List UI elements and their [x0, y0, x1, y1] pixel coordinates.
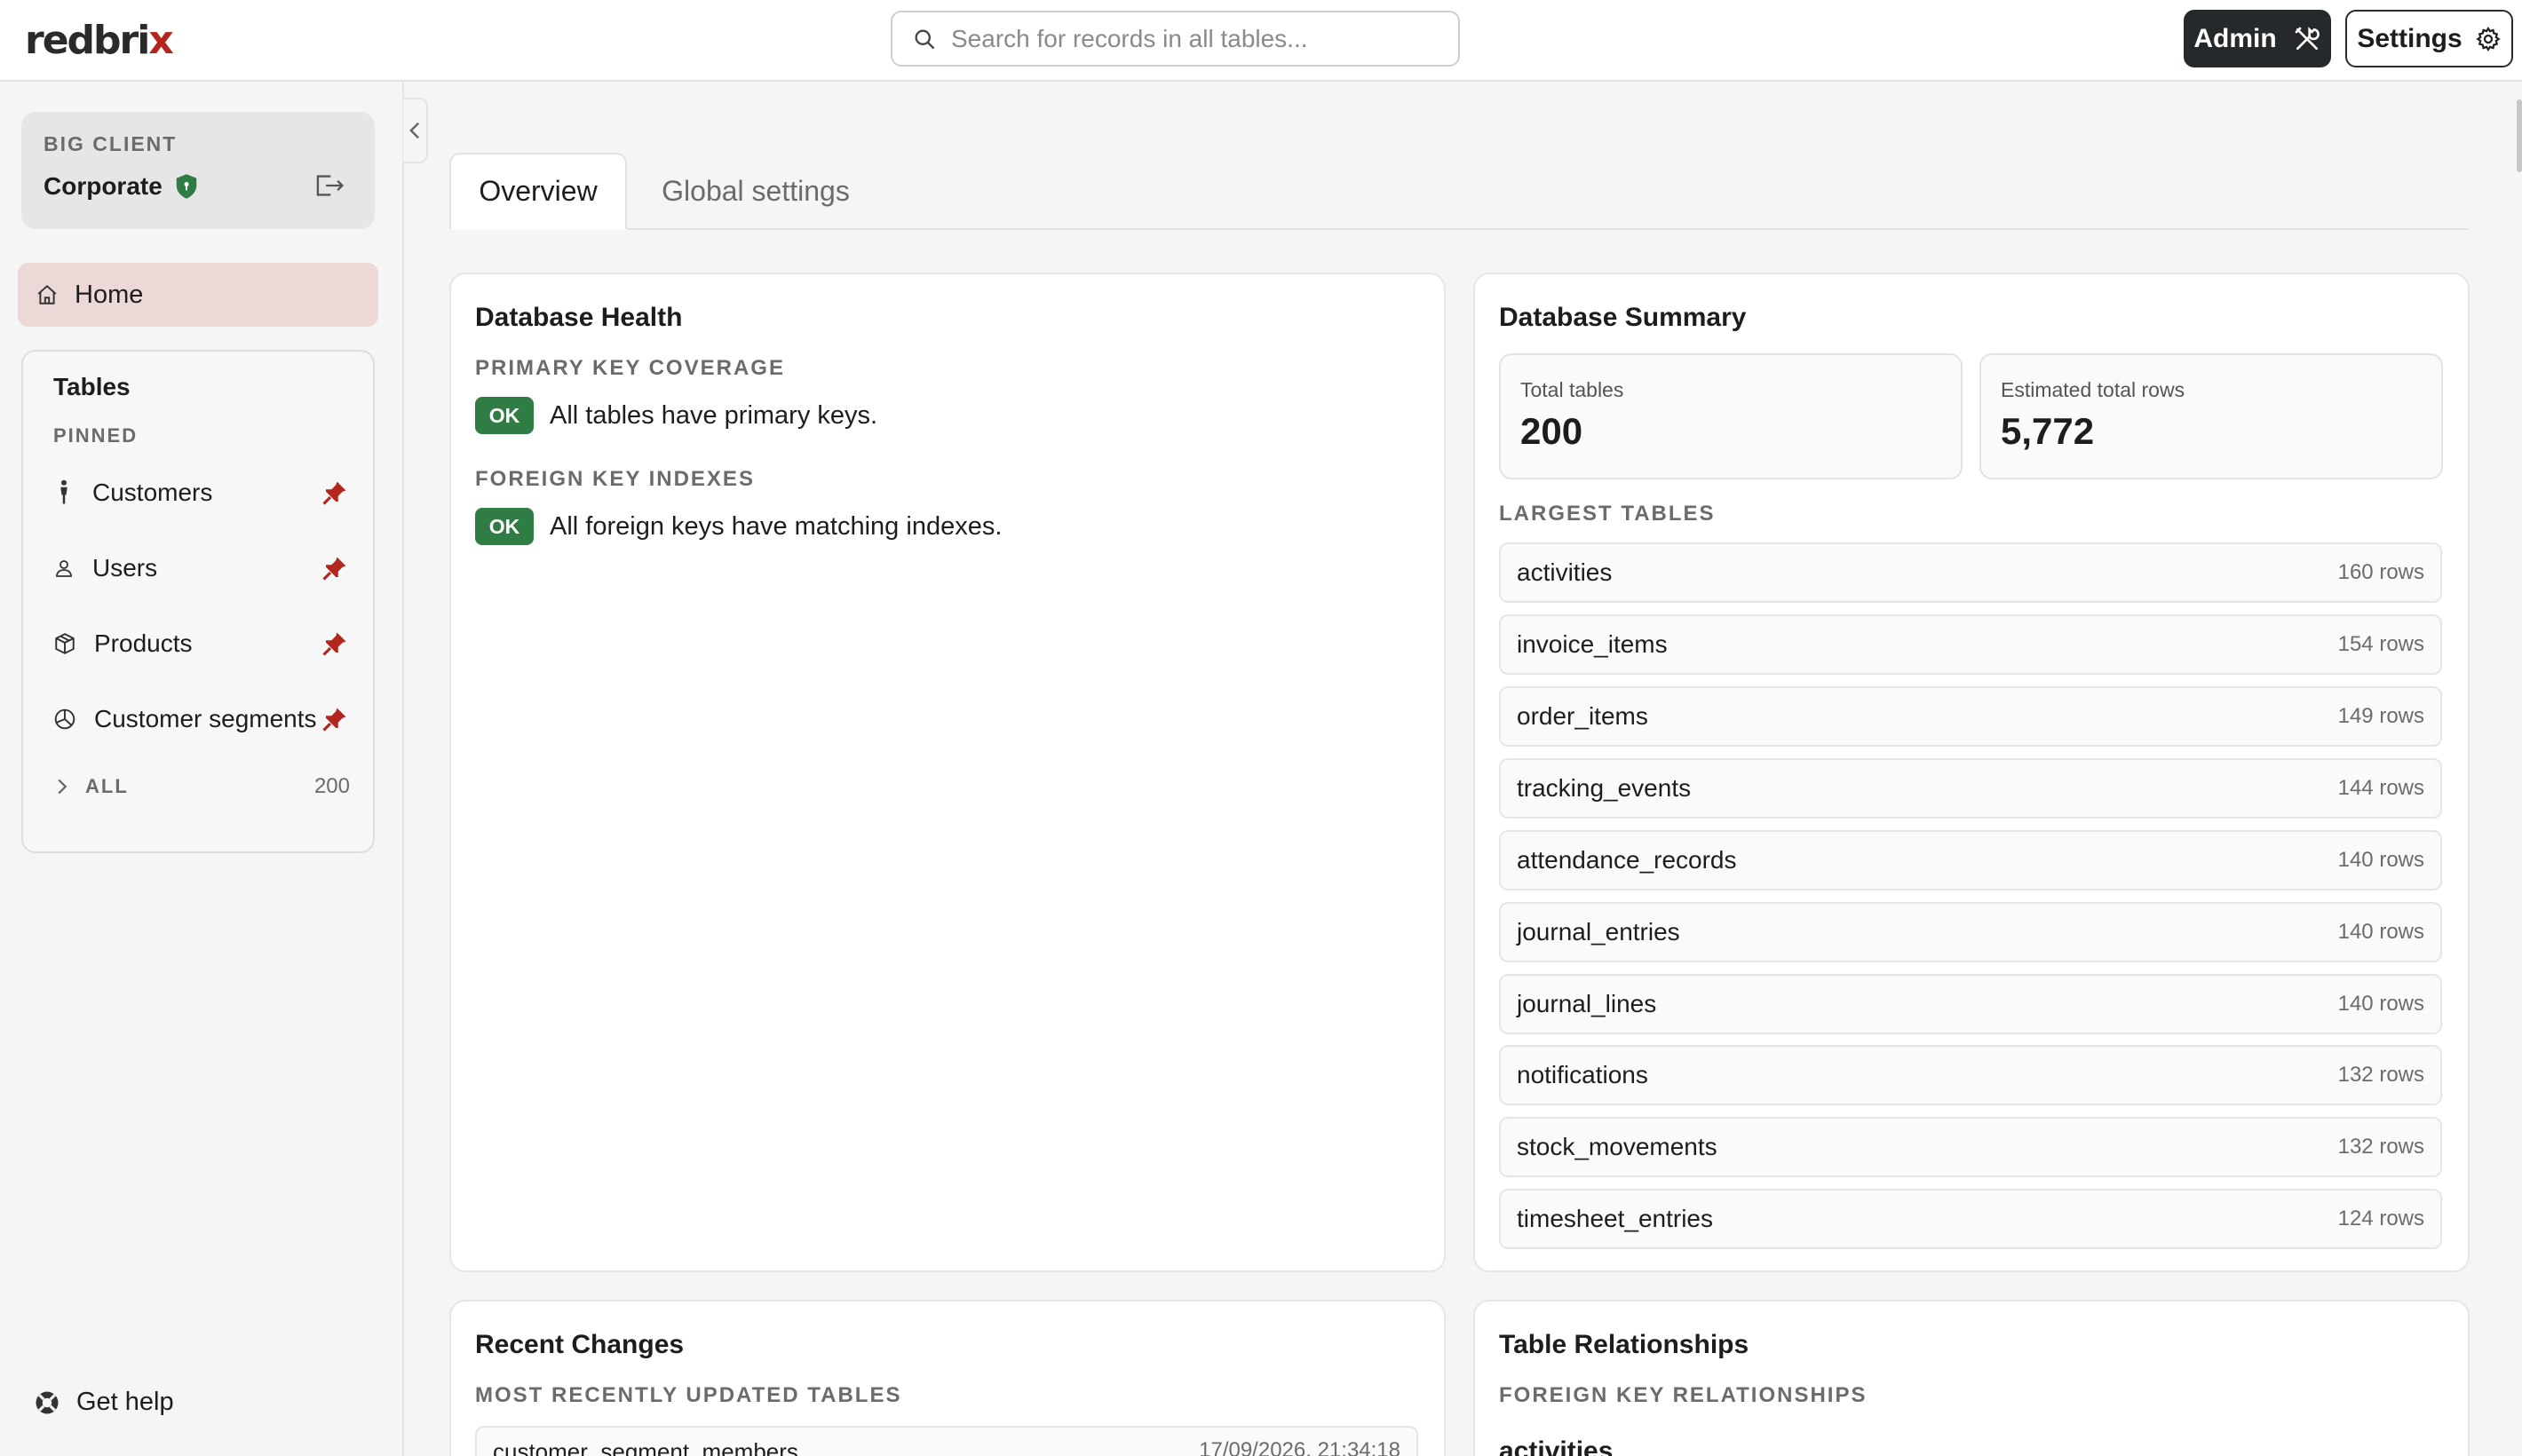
sidebar-item-products[interactable]: Products — [36, 615, 362, 672]
home-icon — [37, 284, 57, 305]
pinned-label: PINNED — [53, 424, 139, 447]
person-standing-icon — [60, 479, 67, 504]
table-row[interactable]: notifications 132 rows — [1499, 1045, 2442, 1105]
client-label: BIG CLIENT — [44, 132, 178, 155]
all-tables-toggle[interactable]: ALL 200 — [36, 764, 362, 809]
table-row[interactable]: customer_segment_members 17/09/2026, 21:… — [475, 1426, 1418, 1456]
recent-tables-label: MOST RECENTLY UPDATED TABLES — [475, 1383, 902, 1407]
pin-icon[interactable] — [321, 630, 348, 657]
table-row[interactable]: journal_lines 140 rows — [1499, 974, 2442, 1034]
pin-icon[interactable] — [321, 555, 348, 582]
database-health-card: Database Health PRIMARY KEY COVERAGE OK … — [449, 273, 1446, 1272]
client-name: Corporate — [44, 172, 198, 201]
top-header: redbrix Admin Settings — [0, 0, 2522, 82]
sidebar-item-users[interactable]: Users — [36, 540, 362, 597]
stat-label: Total tables — [1520, 378, 1624, 401]
card-title: Table Relationships — [1499, 1330, 1749, 1359]
lifebuoy-icon — [36, 1391, 59, 1413]
chevron-right-icon — [58, 779, 67, 795]
table-row[interactable]: stock_movements 132 rows — [1499, 1117, 2442, 1177]
stat-value: 5,772 — [2001, 410, 2095, 452]
sidebar-item-label: Customer segments — [94, 705, 317, 732]
sidebar-item-label: Users — [92, 554, 158, 582]
sidebar: BIG CLIENT Corporate Home Tables PINNED … — [0, 83, 404, 1456]
gear-icon — [2475, 26, 2501, 51]
admin-button-label: Admin — [2193, 23, 2277, 53]
card-title: Recent Changes — [475, 1330, 685, 1359]
table-row[interactable]: attendance_records 140 rows — [1499, 830, 2442, 890]
tab-overview[interactable]: Overview — [449, 153, 627, 230]
table-relationships-card: Table Relationships FOREIGN KEY RELATION… — [1473, 1300, 2470, 1456]
user-icon — [56, 560, 72, 577]
stat-value: 200 — [1520, 410, 1583, 452]
settings-button[interactable]: Settings — [2345, 10, 2513, 67]
recent-table-name: customer_segment_members — [493, 1438, 798, 1456]
client-card[interactable]: BIG CLIENT Corporate — [21, 112, 375, 229]
table-row[interactable]: tracking_events 144 rows — [1499, 758, 2442, 819]
search-input[interactable] — [951, 24, 1458, 53]
sidebar-item-home[interactable]: Home — [18, 263, 378, 327]
sidebar-item-label: Home — [75, 280, 144, 309]
tables-panel: Tables PINNED Customers Users Products C… — [21, 350, 375, 853]
total-tables-stat: Total tables 200 — [1499, 353, 1963, 479]
table-row[interactable]: timesheet_entries 124 rows — [1499, 1189, 2442, 1249]
status-badge: OK — [475, 508, 534, 545]
total-rows-stat: Estimated total rows 5,772 — [1979, 353, 2443, 479]
recent-changes-card: Recent Changes MOST RECENTLY UPDATED TAB… — [449, 1300, 1446, 1456]
fk-status: OK All foreign keys have matching indexe… — [475, 508, 1002, 545]
sidebar-item-customers[interactable]: Customers — [36, 464, 362, 521]
database-summary-card: Database Summary Total tables 200 Estima… — [1473, 273, 2470, 1272]
shield-icon — [176, 174, 197, 199]
pk-status: OK All tables have primary keys. — [475, 397, 877, 434]
table-row[interactable]: order_items 149 rows — [1499, 686, 2442, 747]
app-logo[interactable]: redbrix — [25, 18, 174, 64]
stat-label: Estimated total rows — [2001, 378, 2185, 401]
pin-icon[interactable] — [321, 479, 348, 506]
status-badge: OK — [475, 397, 534, 434]
tables-title: Tables — [53, 373, 131, 400]
page-scrollbar[interactable] — [2517, 99, 2522, 172]
card-title: Database Summary — [1499, 303, 1747, 332]
recent-table-timestamp: 17/09/2026, 21:34:18 — [1199, 1438, 1400, 1456]
collapse-sidebar-button[interactable] — [403, 98, 428, 163]
sidebar-item-label: Customers — [92, 479, 213, 506]
global-search[interactable] — [891, 11, 1460, 67]
fk-indexes-label: FOREIGN KEY INDEXES — [475, 467, 755, 491]
sidebar-item-customer-segments[interactable]: Customer segments — [36, 691, 362, 748]
pie-chart-icon — [54, 708, 75, 730]
tab-global-settings[interactable]: Global settings — [639, 153, 872, 230]
fk-status-text: All foreign keys have matching indexes. — [550, 511, 1003, 541]
chevron-left-icon — [409, 122, 420, 139]
get-help-label: Get help — [76, 1388, 174, 1416]
table-row[interactable]: invoice_items 154 rows — [1499, 614, 2442, 675]
table-row[interactable]: journal_entries 140 rows — [1499, 902, 2442, 962]
search-icon — [915, 29, 935, 49]
all-tables-label: ALL — [85, 775, 129, 797]
admin-button[interactable]: Admin — [2184, 10, 2331, 67]
settings-button-label: Settings — [2357, 23, 2463, 53]
largest-tables-label: LARGEST TABLES — [1499, 502, 1716, 526]
sidebar-item-label: Products — [94, 629, 193, 657]
main-tabs: Overview Global settings — [449, 153, 2469, 230]
box-icon — [55, 633, 75, 654]
all-tables-count: 200 — [313, 774, 350, 798]
pin-icon[interactable] — [321, 706, 348, 732]
get-help-link[interactable]: Get help — [34, 1388, 174, 1417]
pk-coverage-label: PRIMARY KEY COVERAGE — [475, 356, 785, 380]
tools-icon — [2295, 26, 2320, 50]
card-title: Database Health — [475, 303, 683, 332]
fk-relationships-label: FOREIGN KEY RELATIONSHIPS — [1499, 1383, 1868, 1407]
pk-status-text: All tables have primary keys. — [550, 400, 878, 430]
table-row[interactable]: activities 160 rows — [1499, 542, 2442, 603]
relationship-table-name[interactable]: activities — [1499, 1436, 1613, 1456]
logout-icon[interactable] — [314, 172, 345, 199]
